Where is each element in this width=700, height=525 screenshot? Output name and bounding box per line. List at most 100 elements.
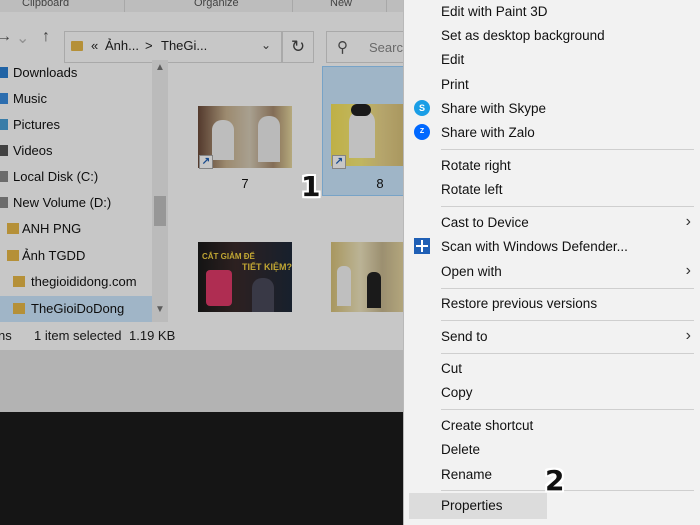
forward-arrow-icon[interactable]: → — [0, 28, 12, 46]
refresh-button[interactable]: ↻ — [282, 31, 314, 63]
person-figure — [337, 266, 351, 306]
scroll-up-icon[interactable]: ▲ — [152, 62, 168, 73]
sidebar-item-label: Music — [13, 91, 47, 106]
menu-item-label: Send to — [441, 329, 488, 344]
menu-item-cut[interactable]: Cut — [404, 357, 700, 381]
folder-icon — [7, 223, 19, 234]
pictures-icon — [0, 119, 8, 130]
music-icon — [0, 93, 8, 104]
file-thumbnail-store[interactable] — [331, 242, 404, 312]
videos-icon — [0, 145, 8, 156]
thumbnail-overlay-text: TIẾT KIỆM? — [242, 262, 292, 272]
phone-graphic — [206, 270, 232, 306]
sidebar-item-label: ANH PNG — [22, 221, 82, 236]
scrollbar-thumb[interactable] — [154, 196, 166, 226]
chevron-down-icon[interactable]: ⌄ — [16, 28, 29, 48]
menu-item-open-with[interactable]: Open with › — [404, 260, 700, 284]
file-explorer-window: Clipboard Organize New → ⌄ ↑ « Ảnh... > … — [0, 0, 410, 350]
ribbon-group-clipboard: Clipboard — [22, 0, 70, 9]
breadcrumb-overflow[interactable]: « — [91, 38, 98, 53]
scroll-down-icon[interactable]: ▼ — [152, 304, 168, 315]
address-history-chevron-icon[interactable]: ⌄ — [261, 38, 271, 52]
sidebar-item-local-disk-c[interactable]: Local Disk (C:) — [0, 164, 152, 190]
sidebar-item-label: Local Disk (C:) — [13, 169, 99, 184]
menu-item-properties[interactable]: Properties — [409, 493, 547, 519]
menu-item-copy[interactable]: Copy — [404, 381, 700, 405]
menu-item-scan-with-windows-defender[interactable]: Scan with Windows Defender... — [404, 235, 700, 259]
menu-item-label: Create shortcut — [441, 418, 534, 433]
up-arrow-icon[interactable]: ↑ — [42, 28, 50, 46]
disk-icon — [0, 171, 8, 182]
ribbon-separator — [124, 0, 125, 12]
menu-item-label: Scan with Windows Defender... — [441, 239, 628, 254]
breadcrumb-anh[interactable]: Ảnh... — [105, 38, 139, 53]
person-hair — [351, 104, 371, 116]
sidebar-item-videos[interactable]: Videos — [0, 138, 152, 164]
sidebar-item-label: Pictures — [13, 117, 60, 132]
menu-item-send-to[interactable]: Send to › — [404, 325, 700, 349]
sidebar-item-thegioididong-com[interactable]: thegioididong.com — [0, 269, 152, 295]
sidebar-item-label: thegioididong.com — [31, 274, 137, 289]
ribbon-separator — [292, 0, 293, 12]
sidebar-item-label: Ảnh TGDD — [22, 248, 86, 263]
breadcrumb-separator: > — [145, 38, 153, 53]
menu-separator — [441, 409, 694, 410]
sidebar-item-anh-png[interactable]: ANH PNG — [0, 216, 152, 242]
menu-item-edit-with-paint-3d[interactable]: Edit with Paint 3D — [404, 0, 700, 24]
sidebar-item-downloads[interactable]: Downloads — [0, 60, 152, 86]
sidebar-item-label: Videos — [13, 143, 53, 158]
menu-item-print[interactable]: Print — [404, 73, 700, 97]
sidebar-item-anh-tgdd[interactable]: Ảnh TGDD — [0, 243, 152, 269]
sidebar-item-new-volume-d[interactable]: New Volume (D:) — [0, 190, 152, 216]
folder-icon — [13, 303, 25, 314]
menu-item-label: Rotate left — [441, 182, 503, 197]
file-caption[interactable]: 7 — [235, 176, 255, 191]
thumbnail-overlay-text: CẮT GIẢM ĐỂ — [202, 252, 255, 261]
zalo-icon: Z — [414, 124, 430, 140]
address-bar[interactable]: « Ảnh... > TheGi... ⌄ — [64, 31, 282, 63]
menu-item-share-with-skype[interactable]: S Share with Skype — [404, 97, 700, 121]
search-box[interactable]: ⚲ Search — [326, 31, 410, 63]
shortcut-arrow-icon: ↗ — [199, 155, 213, 169]
shortcut-arrow-icon: ↗ — [332, 155, 346, 169]
file-thumbnail-video[interactable]: CẮT GIẢM ĐỂ TIẾT KIỆM? — [198, 242, 292, 312]
person-figure — [258, 116, 280, 162]
status-bar: ns 1 item selected 1.19 KB — [0, 322, 404, 350]
menu-item-rotate-left[interactable]: Rotate left — [404, 178, 700, 202]
skype-icon: S — [414, 100, 430, 116]
folder-icon — [7, 250, 19, 261]
sidebar-item-music[interactable]: Music — [0, 86, 152, 112]
menu-item-restore-previous-versions[interactable]: Restore previous versions — [404, 292, 700, 316]
menu-separator — [441, 288, 694, 289]
menu-item-label: Rename — [441, 467, 493, 482]
menu-item-create-shortcut[interactable]: Create shortcut — [404, 414, 700, 438]
menu-item-label: Share with Zalo — [441, 125, 535, 140]
menu-item-label: Cut — [441, 361, 463, 376]
menu-item-rotate-right[interactable]: Rotate right — [404, 154, 700, 178]
menu-item-label: Cast to Device — [441, 215, 529, 230]
menu-item-edit[interactable]: Edit — [404, 48, 700, 72]
taskbar-area — [0, 412, 404, 525]
breadcrumb-thegioi[interactable]: TheGi... — [161, 38, 207, 53]
download-icon — [0, 67, 8, 78]
menu-separator — [441, 490, 694, 491]
menu-item-label: Print — [441, 77, 469, 92]
sidebar-item-thegioidodong[interactable]: TheGioiDoDong — [0, 296, 152, 322]
menu-item-delete[interactable]: Delete — [404, 438, 700, 462]
file-caption[interactable]: 8 — [370, 176, 390, 191]
sidebar-item-pictures[interactable]: Pictures — [0, 112, 152, 138]
menu-item-label: Set as desktop background — [441, 28, 605, 43]
menu-separator — [441, 320, 694, 321]
submenu-chevron-icon: › — [685, 213, 691, 230]
ribbon-group-organize: Organize — [194, 0, 239, 9]
person-figure — [349, 110, 375, 158]
sidebar-item-label: TheGioiDoDong — [31, 301, 125, 316]
menu-item-set-desktop-background[interactable]: Set as desktop background — [404, 24, 700, 48]
menu-item-label: Edit with Paint 3D — [441, 4, 548, 19]
menu-item-cast-to-device[interactable]: Cast to Device › — [404, 211, 700, 235]
sidebar-scrollbar[interactable] — [152, 60, 168, 322]
context-menu: Edit with Paint 3D Set as desktop backgr… — [403, 0, 700, 525]
menu-item-label: Restore previous versions — [441, 296, 598, 311]
menu-item-share-with-zalo[interactable]: Z Share with Zalo — [404, 121, 700, 145]
menu-separator — [441, 206, 694, 207]
